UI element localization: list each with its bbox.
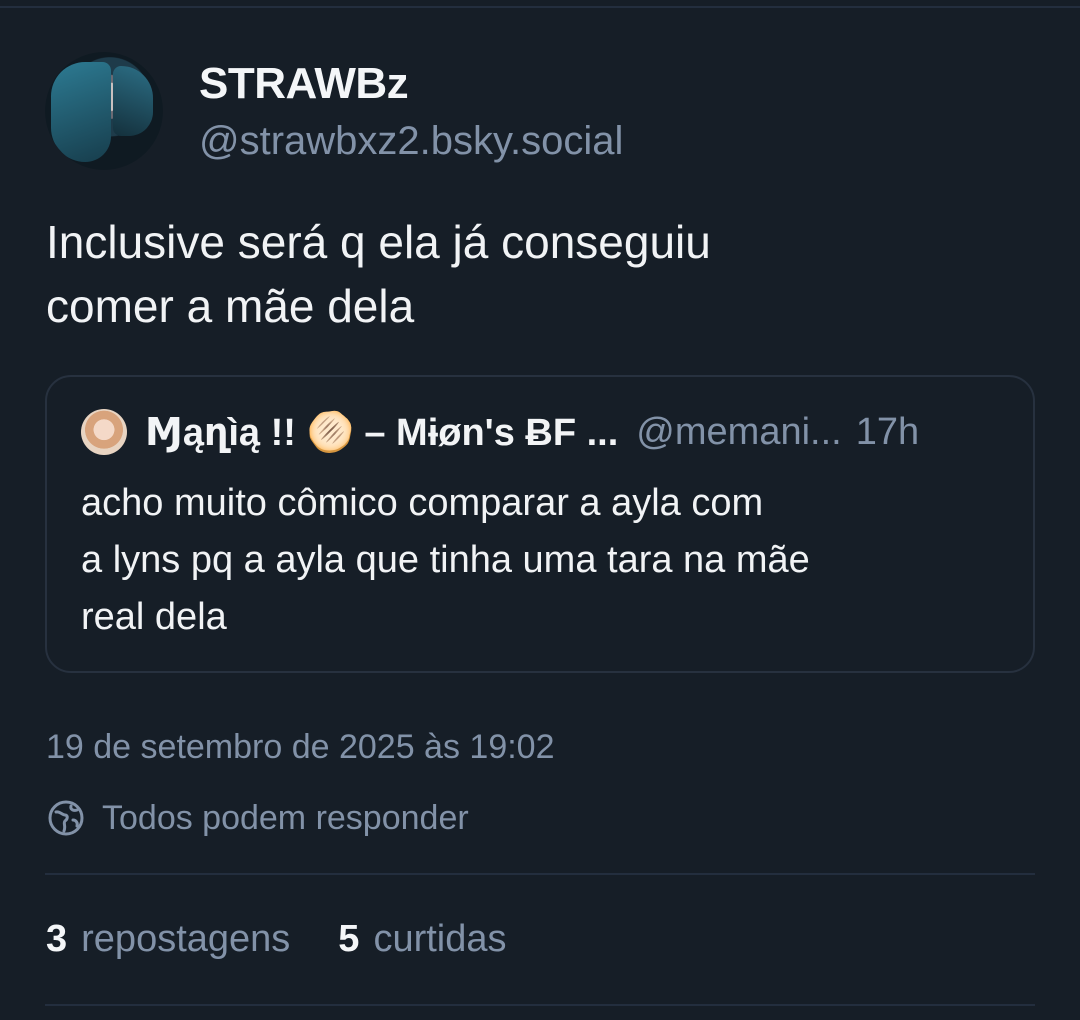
quoted-author-name[interactable]: Ɱąղìą !! 🫓 – Mɨøn's ɃF ...: [145, 410, 618, 455]
likes-label: curtidas: [373, 918, 507, 960]
quoted-text-line: acho muito cômico comparar a ayla com: [81, 482, 764, 524]
author-handle[interactable]: @strawbxz2.bsky.social: [199, 116, 623, 166]
reply-setting[interactable]: Todos podem responder: [46, 798, 469, 838]
quoted-post-text: acho muito cômico comparar a ayla com a …: [81, 475, 981, 646]
quoted-text-line: real dela: [81, 596, 227, 638]
post-text: Inclusive será q ela já conseguiu comer …: [46, 210, 1026, 338]
reply-setting-label: Todos podem responder: [102, 798, 469, 837]
quoted-post-card[interactable]: Ɱąղìą !! 🫓 – Mɨøn's ɃF ... @memani... 17…: [45, 375, 1035, 673]
post-author[interactable]: STRAWBz @strawbxz2.bsky.social: [45, 52, 623, 170]
quoted-post-time: 17h: [855, 410, 920, 453]
avatar[interactable]: [45, 52, 163, 170]
reposts-count: 3: [46, 918, 68, 960]
globe-icon: [48, 800, 84, 836]
post-text-line: Inclusive será q ela já conseguiu: [46, 216, 711, 268]
quoted-author-avatar[interactable]: [81, 409, 127, 455]
likes-count: 5: [338, 918, 360, 960]
author-text: STRAWBz @strawbxz2.bsky.social: [199, 56, 623, 166]
post-timestamp: 19 de setembro de 2025 às 19:02: [46, 728, 555, 766]
quoted-text-line: a lyns pq a ayla que tinha uma tara na m…: [81, 539, 810, 581]
post-stats: 3 repostagens 5 curtidas: [46, 918, 555, 961]
post-text-line: comer a mãe dela: [46, 280, 415, 332]
quoted-post-header: Ɱąղìą !! 🫓 – Mɨøn's ɃF ... @memani... 17…: [81, 409, 919, 455]
divider: [45, 1004, 1035, 1006]
divider: [45, 873, 1035, 875]
reposts-stat[interactable]: 3 repostagens: [46, 918, 290, 961]
likes-stat[interactable]: 5 curtidas: [338, 918, 506, 961]
top-divider: [0, 6, 1080, 8]
author-display-name[interactable]: STRAWBz: [199, 56, 623, 112]
post-thread-view: STRAWBz @strawbxz2.bsky.social Inclusive…: [0, 0, 1080, 1020]
quoted-author-handle[interactable]: @memani...: [636, 411, 841, 454]
reposts-label: repostagens: [81, 918, 291, 960]
